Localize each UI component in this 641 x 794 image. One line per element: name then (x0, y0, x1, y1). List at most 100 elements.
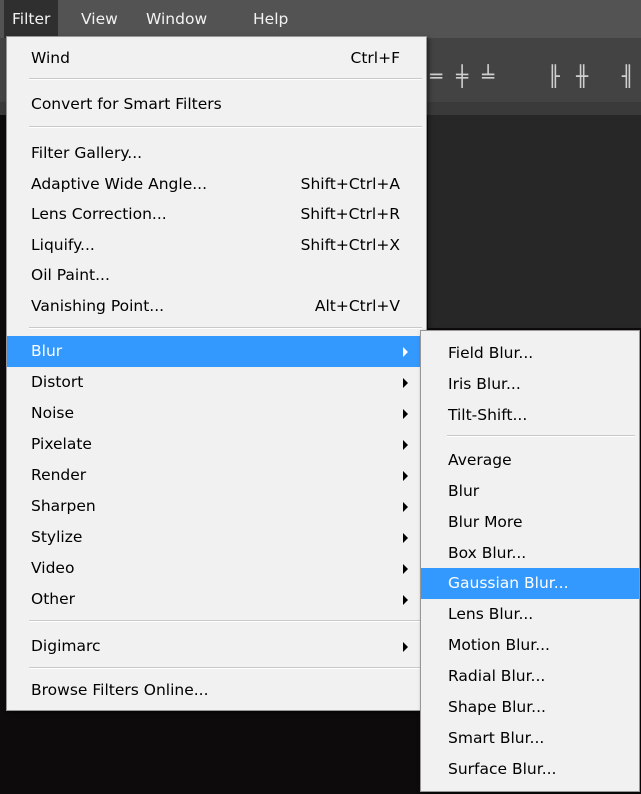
menu-item-blur-simple[interactable]: Blur (421, 476, 639, 507)
menu-item-lens-blur[interactable]: Lens Blur... (421, 599, 639, 630)
menu-item-label: Distort (31, 373, 84, 391)
menu-item-label: Field Blur... (448, 344, 534, 362)
submenu-arrow-icon (403, 471, 408, 481)
submenu-arrow-icon (403, 595, 408, 605)
menu-view[interactable]: View (73, 0, 126, 38)
menu-item-sharpen[interactable]: Sharpen (7, 491, 426, 522)
menu-item-surface-blur[interactable]: Surface Blur... (421, 754, 639, 785)
distribute-left-icon[interactable]: ╟ (548, 64, 560, 88)
menu-item-shape-blur[interactable]: Shape Blur... (421, 692, 639, 723)
menu-item-label: Wind (31, 49, 70, 67)
filter-menu: Wind Ctrl+F Convert for Smart Filters Fi… (6, 36, 427, 711)
distribute-hcenter-icon[interactable]: ╫ (576, 64, 588, 88)
menu-item-digimarc[interactable]: Digimarc (7, 631, 426, 662)
menu-help[interactable]: Help (245, 0, 296, 38)
submenu-arrow-icon (403, 440, 408, 450)
shortcut-label: Shift+Ctrl+R (300, 205, 400, 223)
menu-item-distort[interactable]: Distort (7, 367, 426, 398)
menu-item-filter-gallery[interactable]: Filter Gallery... (7, 138, 426, 169)
menu-item-label: Convert for Smart Filters (31, 95, 222, 113)
menu-item-label: Adaptive Wide Angle... (31, 175, 208, 193)
menu-item-vanishing-point[interactable]: Vanishing Point... Alt+Ctrl+V (7, 291, 426, 322)
menu-item-pixelate[interactable]: Pixelate (7, 429, 426, 460)
menu-item-label: Sharpen (31, 497, 96, 515)
menu-item-video[interactable]: Video (7, 553, 426, 584)
menu-item-label: Box Blur... (448, 544, 527, 562)
menu-separator (29, 126, 422, 128)
menu-item-other[interactable]: Other (7, 584, 426, 615)
menu-item-label: Filter Gallery... (31, 144, 143, 162)
menu-item-label: Average (448, 451, 512, 469)
menu-item-blur[interactable]: Blur (7, 336, 426, 367)
align-top-icon[interactable]: ═ (430, 64, 442, 88)
menu-item-smart-blur[interactable]: Smart Blur... (421, 723, 639, 754)
menu-item-label: Stylize (31, 528, 83, 546)
menu-item-liquify[interactable]: Liquify... Shift+Ctrl+X (7, 230, 426, 261)
menu-item-label: Lens Correction... (31, 205, 167, 223)
align-bottom-icon[interactable]: ╧ (482, 64, 494, 88)
menu-bar: Filter View Window Help (0, 0, 641, 38)
align-vcenter-icon[interactable]: ╪ (456, 64, 468, 88)
submenu-arrow-icon (403, 409, 408, 419)
blur-submenu: Field Blur... Iris Blur... Tilt-Shift...… (420, 330, 640, 792)
submenu-arrow-icon (403, 642, 408, 652)
menu-item-label: Render (31, 466, 87, 484)
menu-separator (29, 667, 422, 669)
submenu-arrow-icon (403, 347, 408, 357)
menu-item-label: Liquify... (31, 236, 95, 254)
menu-item-label: Pixelate (31, 435, 92, 453)
menu-item-average[interactable]: Average (421, 445, 639, 476)
menu-item-noise[interactable]: Noise (7, 398, 426, 429)
menu-item-box-blur[interactable]: Box Blur... (421, 538, 639, 569)
menu-item-oil-paint[interactable]: Oil Paint... (7, 260, 426, 291)
menu-item-label: Shape Blur... (448, 698, 546, 716)
menu-item-label: Blur More (448, 513, 523, 531)
shortcut-label: Shift+Ctrl+A (300, 175, 400, 193)
menu-item-last-filter[interactable]: Wind Ctrl+F (7, 43, 426, 74)
menu-item-label: Other (31, 590, 76, 608)
menu-item-field-blur[interactable]: Field Blur... (421, 338, 639, 369)
menu-item-motion-blur[interactable]: Motion Blur... (421, 630, 639, 661)
submenu-arrow-icon (403, 564, 408, 574)
submenu-arrow-icon (403, 378, 408, 388)
menu-item-lens-correction[interactable]: Lens Correction... Shift+Ctrl+R (7, 199, 426, 230)
menu-item-label: Motion Blur... (448, 636, 550, 654)
submenu-arrow-icon (403, 533, 408, 543)
menu-item-adaptive-wide-angle[interactable]: Adaptive Wide Angle... Shift+Ctrl+A (7, 169, 426, 200)
menu-window[interactable]: Window (138, 0, 215, 38)
menu-separator (29, 620, 422, 622)
menu-item-tilt-shift[interactable]: Tilt-Shift... (421, 400, 639, 431)
canvas-panel (428, 115, 641, 328)
menu-separator (29, 327, 422, 329)
menu-item-label: Noise (31, 404, 74, 422)
menu-separator (29, 78, 422, 80)
menu-item-label: Lens Blur... (448, 605, 534, 623)
menu-item-label: Blur (31, 342, 63, 360)
menu-item-label: Digimarc (31, 637, 101, 655)
shortcut-label: Ctrl+F (350, 49, 400, 67)
menu-item-label: Tilt-Shift... (448, 406, 528, 424)
menu-separator (447, 435, 635, 437)
menu-item-radial-blur[interactable]: Radial Blur... (421, 661, 639, 692)
menu-item-browse-filters-online[interactable]: Browse Filters Online... (7, 675, 426, 706)
menu-item-label: Video (31, 559, 75, 577)
distribute-right-icon[interactable]: ╢ (622, 64, 634, 88)
menu-item-render[interactable]: Render (7, 460, 426, 491)
submenu-arrow-icon (403, 502, 408, 512)
menu-item-label: Browse Filters Online... (31, 681, 209, 699)
menu-item-label: Vanishing Point... (31, 297, 165, 315)
menu-item-gaussian-blur[interactable]: Gaussian Blur... (421, 568, 639, 599)
menu-item-label: Gaussian Blur... (448, 574, 569, 592)
shortcut-label: Alt+Ctrl+V (314, 297, 400, 315)
menu-item-label: Blur (448, 482, 480, 500)
menu-item-label: Oil Paint... (31, 266, 110, 284)
menu-item-convert-smart-filters[interactable]: Convert for Smart Filters (7, 89, 426, 120)
menu-item-label: Iris Blur... (448, 375, 521, 393)
menu-item-label: Radial Blur... (448, 667, 546, 685)
menu-item-iris-blur[interactable]: Iris Blur... (421, 369, 639, 400)
menu-item-label: Smart Blur... (448, 729, 545, 747)
menu-item-blur-more[interactable]: Blur More (421, 507, 639, 538)
menu-item-stylize[interactable]: Stylize (7, 522, 426, 553)
menu-filter[interactable]: Filter (4, 0, 59, 38)
shortcut-label: Shift+Ctrl+X (300, 236, 400, 254)
